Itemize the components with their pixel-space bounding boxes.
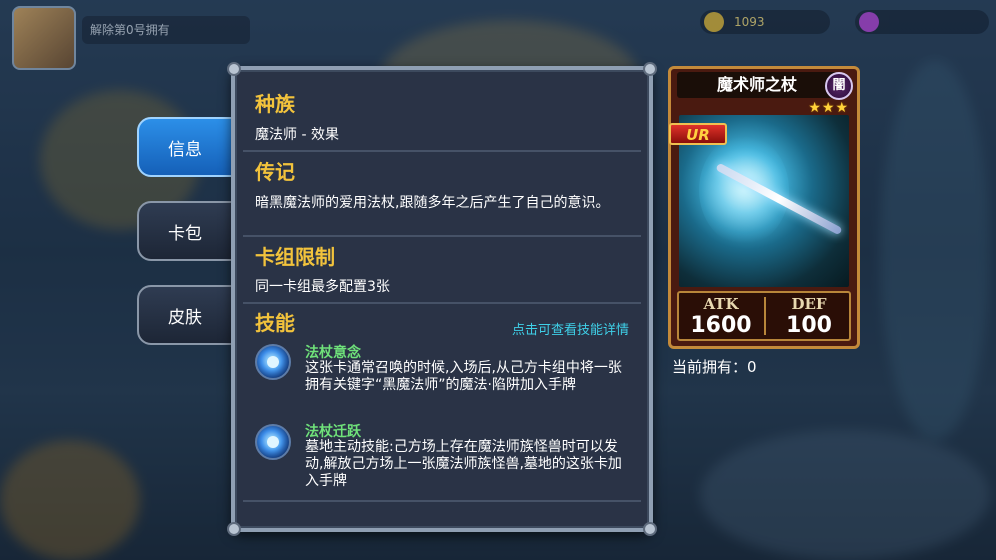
skill-details-link[interactable]: 点击可查看技能详情: [512, 319, 629, 338]
def-stat: DEF 100: [767, 295, 851, 339]
deck-limit-title: 卡组限制: [255, 245, 335, 269]
tab-card-pack[interactable]: 卡包: [137, 201, 233, 261]
card-name: 魔术师之杖: [677, 72, 837, 98]
atk-label: ATK: [703, 295, 739, 313]
divider: [243, 150, 641, 152]
deck-limit-text: 同一卡组最多配置3张: [255, 279, 390, 295]
attribute-badge: 闇: [825, 72, 853, 100]
rivet: [227, 62, 241, 76]
rivet: [643, 522, 657, 536]
magic-orb-icon[interactable]: [255, 424, 291, 460]
tab-info-label: 信息: [168, 139, 202, 160]
top-bar: 解除第0号拥有 1093: [0, 0, 996, 70]
rivet: [227, 522, 241, 536]
level-stars: ★★★: [808, 100, 849, 116]
tab-info[interactable]: 信息: [137, 117, 233, 177]
bio-text: 暗黑魔法师的爱用法杖,跟随多年之后产生了自己的意识。: [255, 195, 610, 211]
gem-resource: [855, 10, 989, 34]
atk-value: 1600: [690, 313, 752, 338]
gold-icon: [704, 12, 724, 32]
rivet: [643, 62, 657, 76]
def-value: 100: [786, 313, 832, 338]
race-text: 魔法师 - 效果: [255, 127, 339, 143]
bio-title: 传记: [255, 160, 295, 184]
divider: [243, 235, 641, 237]
magic-orb-icon[interactable]: [255, 344, 291, 380]
race-title: 种族: [255, 92, 295, 116]
atk-stat: ATK 1600: [679, 295, 763, 339]
card-stats: ATK 1600 DEF 100: [677, 291, 851, 341]
owned-count: 当前拥有：0: [672, 358, 757, 376]
skill-name: 法杖意念: [305, 345, 361, 361]
monster-card[interactable]: 魔术师之杖 闇 ★★★ UR ATK 1600 DEF 100: [668, 66, 860, 349]
info-scroll-area[interactable]: 种族 魔法师 - 效果 传记 暗黑魔法师的爱用法杖,跟随多年之后产生了自己的意识…: [243, 78, 641, 504]
skills-title: 技能: [255, 311, 295, 335]
gem-icon: [859, 12, 879, 32]
skill-name: 法杖迁跃: [305, 424, 361, 440]
rarity-badge: UR: [669, 123, 727, 145]
tab-card-pack-label: 卡包: [168, 223, 202, 244]
stat-separator: [764, 297, 766, 335]
card-info-panel: 种族 魔法师 - 效果 传记 暗黑魔法师的爱用法杖,跟随多年之后产生了自己的意识…: [227, 62, 657, 536]
avatar[interactable]: [12, 6, 76, 70]
divider: [243, 302, 641, 304]
skill-description: 这张卡通常召唤的时候,入场后,从己方卡组中将一张拥有关键字“黑魔法师”的魔法·陷…: [305, 360, 622, 393]
player-name: 解除第0号拥有: [82, 16, 250, 44]
spirit-glow: [699, 135, 789, 245]
panel-footer-divider: [243, 500, 641, 502]
skill-description: 墓地主动技能:己方场上存在魔法师族怪兽时可以发动,解放己方场上一张魔法师族怪兽,…: [305, 439, 622, 489]
tab-skin[interactable]: 皮肤: [137, 285, 233, 345]
gold-value: 1093: [734, 15, 765, 29]
def-label: DEF: [791, 295, 827, 313]
tab-skin-label: 皮肤: [168, 307, 202, 328]
gold-resource: 1093: [700, 10, 830, 34]
